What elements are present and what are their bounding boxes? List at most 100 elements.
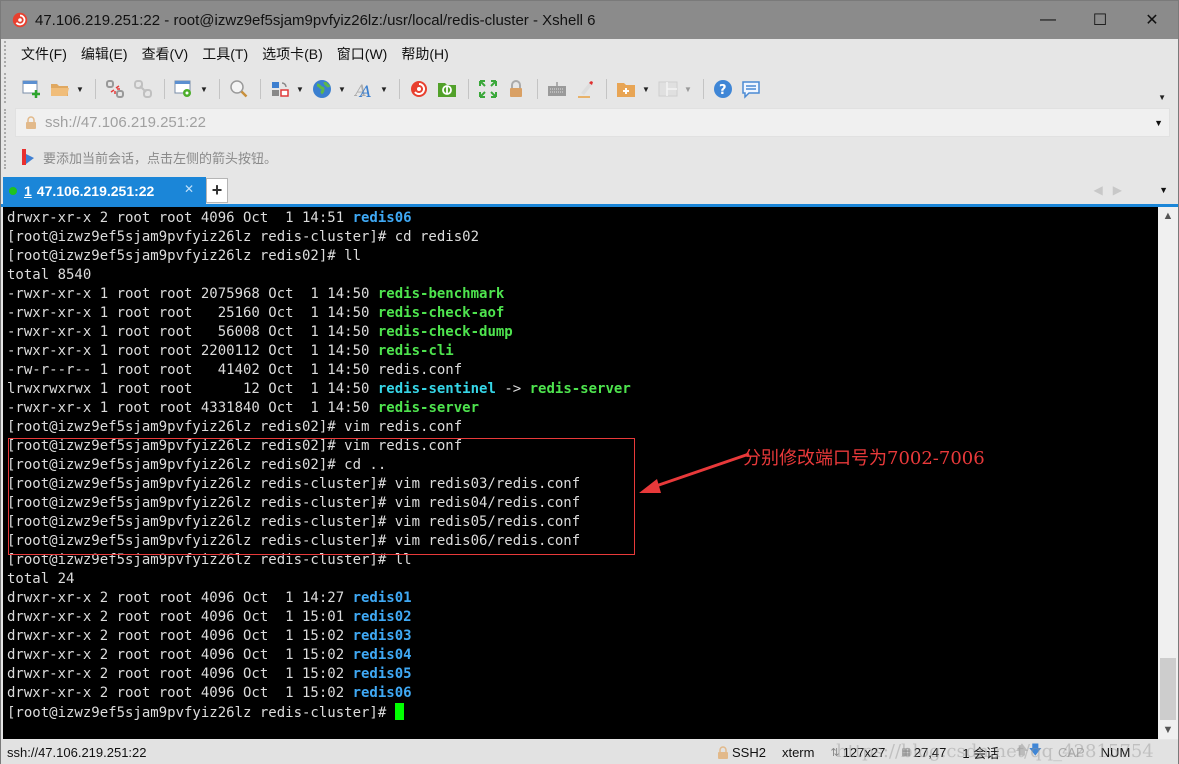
menu-window[interactable]: 窗口(W) bbox=[337, 44, 388, 64]
terminal-line: [root@izwz9ef5sjam9pvfyiz26lz redis02]# … bbox=[7, 247, 1158, 266]
svg-text:?: ? bbox=[719, 83, 727, 98]
new-folder-button[interactable] bbox=[613, 76, 639, 102]
terminal-text: drwxr-xr-x 2 root root 4096 Oct 1 15:01 bbox=[7, 609, 353, 625]
keyboard-button[interactable] bbox=[544, 76, 570, 102]
terminal-text: drwxr-xr-x 2 root root 4096 Oct 1 15:02 bbox=[7, 647, 353, 663]
disconnect-button[interactable] bbox=[102, 76, 128, 102]
terminal-text: -rwxr-xr-x 1 root root 56008 Oct 1 14:50 bbox=[7, 324, 378, 340]
lock-icon bbox=[718, 745, 728, 759]
terminal-line: total 24 bbox=[7, 570, 1158, 589]
terminal-line: [root@izwz9ef5sjam9pvfyiz26lz redis-clus… bbox=[7, 494, 1158, 513]
toolbar-separator bbox=[606, 79, 607, 99]
terminal-text: [root@izwz9ef5sjam9pvfyiz26lz redis02]# … bbox=[7, 248, 362, 264]
scroll-thumb[interactable] bbox=[1160, 658, 1176, 720]
terminal-text: -rwxr-xr-x 1 root root 25160 Oct 1 14:50 bbox=[7, 305, 378, 321]
globe-dropdown[interactable]: ▼ bbox=[337, 85, 347, 94]
terminal-line: [root@izwz9ef5sjam9pvfyiz26lz redis02]# … bbox=[7, 456, 1158, 475]
find-icon bbox=[230, 80, 248, 98]
find-button[interactable] bbox=[226, 76, 252, 102]
transfer-dropdown[interactable]: ▼ bbox=[295, 85, 305, 94]
add-session-arrow-icon[interactable] bbox=[19, 148, 37, 166]
resize-icon: ⇅ bbox=[830, 746, 840, 759]
fullscreen-button[interactable] bbox=[475, 76, 501, 102]
globe-button[interactable] bbox=[309, 76, 335, 102]
layout-icon bbox=[658, 81, 678, 97]
terminal-text: -rw-r--r-- 1 root root 41402 Oct 1 14:50… bbox=[7, 362, 463, 378]
new-folder-icon bbox=[617, 83, 635, 97]
menu-tabs[interactable]: 选项卡(B) bbox=[262, 44, 323, 64]
chat-button[interactable] bbox=[738, 76, 764, 102]
terminal-line: total 8540 bbox=[7, 266, 1158, 285]
lock-button[interactable] bbox=[503, 76, 529, 102]
terminal-line: -rw-r--r-- 1 root root 41402 Oct 1 14:50… bbox=[7, 361, 1158, 380]
tab-list-dropdown[interactable]: ▼ bbox=[1159, 185, 1168, 195]
tab-session-1[interactable]: 1 47.106.219.251:22 ✕ bbox=[3, 177, 206, 204]
terminal-text: total 24 bbox=[7, 571, 75, 587]
tab-label: 47.106.219.251:22 bbox=[36, 182, 155, 199]
toolbar-separator bbox=[703, 79, 704, 99]
new-tab-button[interactable]: + bbox=[206, 178, 228, 203]
terminal-text: [root@izwz9ef5sjam9pvfyiz26lz redis-clus… bbox=[7, 533, 581, 549]
xshell-button[interactable] bbox=[406, 76, 432, 102]
tab-scroll-arrows[interactable]: ◀▶ bbox=[1094, 183, 1132, 197]
menu-view[interactable]: 查看(V) bbox=[142, 44, 189, 64]
help-button[interactable]: ? bbox=[710, 76, 736, 102]
maximize-button[interactable]: ☐ bbox=[1074, 1, 1126, 39]
terminal-line: -rwxr-xr-x 1 root root 2200112 Oct 1 14:… bbox=[7, 342, 1158, 361]
tab-scroll-left-icon[interactable]: ◀ bbox=[1094, 183, 1113, 197]
terminal-scrollbar[interactable]: ▲ ▼ bbox=[1158, 207, 1178, 739]
properties-dropdown[interactable]: ▼ bbox=[199, 85, 209, 94]
transfer-button[interactable] bbox=[267, 76, 293, 102]
highlight-button[interactable] bbox=[572, 76, 598, 102]
toolbar-separator bbox=[399, 79, 400, 99]
scroll-down-icon[interactable]: ▼ bbox=[1158, 721, 1178, 739]
file-name-dir: redis05 bbox=[352, 666, 412, 682]
session-properties-button[interactable] bbox=[171, 76, 197, 102]
minimize-button[interactable]: — bbox=[1022, 1, 1074, 39]
new-session-icon bbox=[22, 80, 40, 98]
menu-file[interactable]: 文件(F) bbox=[21, 44, 67, 64]
file-name-dir: redis06 bbox=[352, 210, 412, 226]
layout-dropdown[interactable]: ▼ bbox=[683, 85, 693, 94]
close-button[interactable]: ✕ bbox=[1126, 1, 1178, 39]
cursor-position-label: 27,47 bbox=[913, 744, 947, 760]
menu-edit[interactable]: 编辑(E) bbox=[81, 44, 128, 64]
file-name-exec: redis-server bbox=[377, 400, 480, 416]
xftp-button[interactable] bbox=[434, 76, 460, 102]
tab-close-icon[interactable]: ✕ bbox=[184, 182, 194, 196]
layout-button[interactable] bbox=[655, 76, 681, 102]
terminal-text: total 8540 bbox=[7, 267, 92, 283]
new-session-button[interactable] bbox=[19, 76, 45, 102]
lock-icon bbox=[26, 116, 36, 129]
terminal-text: [root@izwz9ef5sjam9pvfyiz26lz redis-clus… bbox=[7, 229, 480, 245]
toolbar-separator bbox=[95, 79, 96, 99]
scroll-up-icon[interactable]: ▲ bbox=[1158, 207, 1178, 225]
tab-scroll-right-icon[interactable]: ▶ bbox=[1113, 183, 1132, 197]
terminal-text: [root@izwz9ef5sjam9pvfyiz26lz redis-clus… bbox=[7, 495, 581, 511]
menu-bar: 文件(F) 编辑(E) 查看(V) 工具(T) 选项卡(B) 窗口(W) 帮助(… bbox=[1, 39, 1178, 69]
hint-text: 要添加当前会话，点击左侧的箭头按钮。 bbox=[43, 150, 278, 166]
terminal-line: drwxr-xr-x 2 root root 4096 Oct 1 14:51 … bbox=[7, 209, 1158, 228]
menu-help[interactable]: 帮助(H) bbox=[401, 44, 448, 64]
addressbar-grip[interactable] bbox=[4, 109, 8, 169]
new-folder-dropdown[interactable]: ▼ bbox=[641, 85, 651, 94]
terminal-cursor bbox=[394, 703, 404, 720]
file-name-exec: redis-check-aof bbox=[377, 305, 505, 321]
menu-tools[interactable]: 工具(T) bbox=[202, 44, 248, 64]
reconnect-button[interactable] bbox=[130, 76, 156, 102]
font-dropdown[interactable]: ▼ bbox=[379, 85, 389, 94]
terminal-output[interactable]: drwxr-xr-x 2 root root 4096 Oct 1 14:51 … bbox=[3, 207, 1158, 739]
address-dropdown-icon[interactable]: ▼ bbox=[1154, 118, 1163, 128]
size-label: 127x27 bbox=[842, 744, 886, 760]
address-input[interactable]: ssh://47.106.219.251:22 bbox=[45, 114, 206, 131]
status-protocol: SSH2 bbox=[717, 745, 766, 760]
open-dropdown[interactable]: ▼ bbox=[75, 85, 85, 94]
toolbar-overflow-button[interactable]: ▼ bbox=[1158, 93, 1166, 102]
open-button[interactable] bbox=[47, 76, 73, 102]
terminal-line: drwxr-xr-x 2 root root 4096 Oct 1 15:01 … bbox=[7, 608, 1158, 627]
address-bar[interactable]: ssh://47.106.219.251:22 ▼ bbox=[15, 108, 1170, 137]
font-button[interactable]: AA bbox=[351, 76, 377, 102]
terminal-text: [root@izwz9ef5sjam9pvfyiz26lz redis02]# … bbox=[7, 438, 463, 454]
window-title: 47.106.219.251:22 - root@izwz9ef5sjam9pv… bbox=[35, 11, 596, 29]
terminal-line: drwxr-xr-x 2 root root 4096 Oct 1 15:02 … bbox=[7, 627, 1158, 646]
